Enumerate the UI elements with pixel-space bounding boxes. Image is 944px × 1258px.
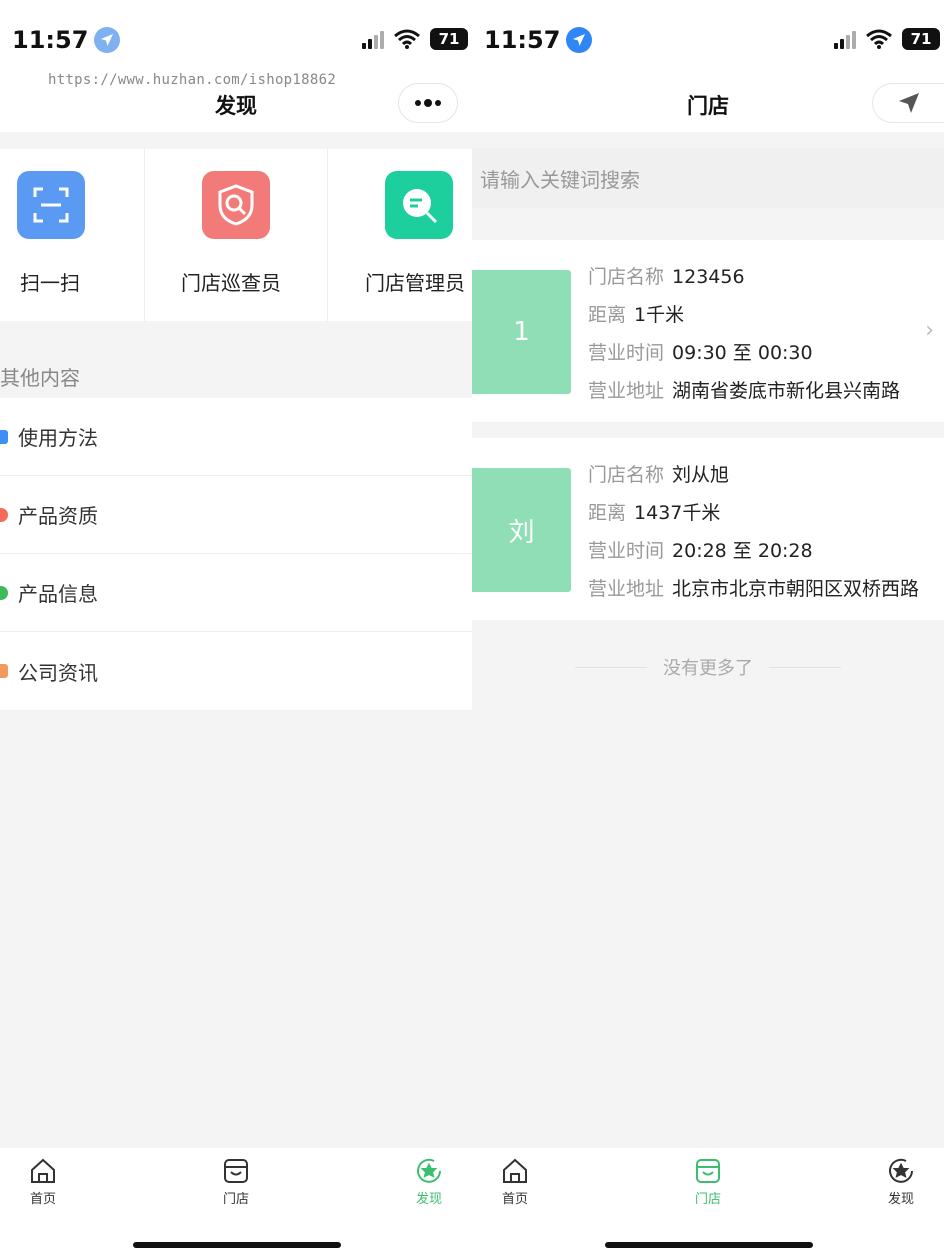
news-icon: [0, 664, 8, 678]
leaf-icon: [0, 585, 8, 600]
tab-label: 门店: [222, 1192, 249, 1207]
list-item-label: 产品资质: [18, 504, 98, 528]
chat-search-icon: [385, 171, 453, 239]
store-hours: 09:30 至 00:30: [672, 342, 813, 364]
tab-label: 首页: [29, 1192, 56, 1207]
list-item-label: 公司资讯: [18, 660, 98, 685]
watermark: https://www.huzhan.com/ishop18862: [48, 72, 337, 88]
search-placeholder: 请输入关键词搜索: [480, 167, 640, 192]
grid-item-store-inspector[interactable]: 门店巡查员: [145, 149, 328, 321]
grid-item-scan[interactable]: 扫一扫: [0, 149, 145, 321]
function-grid: 扫一扫 门店巡查员 门店管理员: [0, 149, 472, 321]
stores-screen: 11:57 71 门店 请输入关键词搜索 1 门店名称 123456 距离 1千…: [472, 0, 944, 1258]
store-name: 123456: [672, 266, 745, 288]
store-icon: [224, 1159, 248, 1183]
calendar-icon: [0, 429, 8, 444]
grid-label: 门店巡查员: [181, 271, 281, 295]
home-icon: [503, 1158, 527, 1183]
home-indicator: [133, 1242, 341, 1248]
more-dots-icon: [415, 99, 441, 107]
list-item-label: 产品信息: [18, 582, 98, 606]
tab-store[interactable]: 门店: [678, 1156, 738, 1207]
cellular-signal-icon: [834, 29, 856, 49]
content-list: 使用方法 产品资质 产品信息 公司资讯: [0, 398, 472, 710]
scan-icon: [17, 171, 85, 239]
status-time: 11:57: [484, 26, 593, 54]
tab-label: 发现: [415, 1192, 442, 1207]
discover-icon: [889, 1158, 913, 1183]
store-card[interactable]: 刘 门店名称 刘从旭 距离 1437千米 营业时间 20:28 至 20:28 营业地…: [472, 438, 944, 620]
store-name: 刘从旭: [672, 464, 730, 486]
nav-bar: 门店: [472, 80, 944, 132]
more-menu-button[interactable]: [398, 83, 458, 123]
list-item-company-news[interactable]: 公司资讯: [0, 632, 472, 710]
wifi-icon: [394, 29, 420, 49]
battery-indicator: 71: [430, 28, 468, 50]
cellular-signal-icon: [362, 29, 384, 49]
tab-label: 门店: [694, 1192, 721, 1207]
home-icon: [31, 1158, 55, 1183]
store-address: 北京市北京市朝阳区双桥西路: [672, 578, 920, 600]
tab-discover[interactable]: 发现: [399, 1156, 459, 1207]
store-card[interactable]: 1 门店名称 123456 距离 1千米 营业时间 09:30 至 00:30 营业地…: [472, 240, 944, 422]
shield-search-icon: [202, 171, 270, 239]
navigation-arrow-icon: [898, 93, 919, 113]
location-arrow-icon: [566, 27, 593, 53]
store-distance: 1千米: [634, 304, 685, 326]
discover-screen: 11:57 71 发现 https://www.huzhan.com/ishop…: [0, 0, 472, 1258]
section-title: 其他内容: [0, 366, 80, 390]
location-button[interactable]: [872, 83, 944, 123]
tab-bar: 首页 门店 发现: [0, 1148, 472, 1258]
status-bar: 11:57 71: [472, 0, 944, 80]
store-address: 湖南省娄底市新化县兴南路: [672, 380, 901, 402]
tab-store[interactable]: 门店: [206, 1156, 266, 1207]
tab-bar: 首页 门店 发现: [472, 1148, 944, 1258]
store-thumbnail: 刘: [472, 468, 571, 592]
tab-label: 发现: [887, 1192, 914, 1207]
tab-label: 首页: [501, 1192, 528, 1207]
list-item-qualification[interactable]: 产品资质: [0, 476, 472, 554]
battery-indicator: 71: [902, 28, 940, 50]
list-item-label: 使用方法: [18, 426, 98, 450]
list-item-product-info[interactable]: 产品信息: [0, 554, 472, 632]
tab-home[interactable]: 首页: [485, 1156, 545, 1207]
tab-discover[interactable]: 发现: [871, 1156, 931, 1207]
tab-home[interactable]: 首页: [13, 1156, 73, 1207]
grid-label: 门店管理员: [365, 271, 465, 295]
badge-icon: [0, 507, 8, 522]
location-arrow-icon: [94, 27, 121, 53]
status-bar: 11:57 71: [0, 0, 472, 80]
status-time: 11:57: [12, 26, 121, 54]
store-icon: [696, 1159, 720, 1183]
store-thumbnail: 1: [472, 270, 571, 394]
grid-label: 扫一扫: [20, 271, 80, 295]
wifi-icon: [866, 29, 892, 49]
search-input[interactable]: 请输入关键词搜索: [472, 148, 944, 208]
grid-item-store-manager[interactable]: 门店管理员: [328, 149, 472, 321]
store-distance: 1437千米: [634, 502, 721, 524]
home-indicator: [605, 1242, 813, 1248]
store-hours: 20:28 至 20:28: [672, 540, 813, 562]
chevron-right-icon: ›: [925, 318, 934, 343]
discover-icon: [417, 1158, 441, 1183]
no-more-indicator: 没有更多了: [472, 654, 944, 680]
list-item-usage[interactable]: 使用方法: [0, 398, 472, 476]
